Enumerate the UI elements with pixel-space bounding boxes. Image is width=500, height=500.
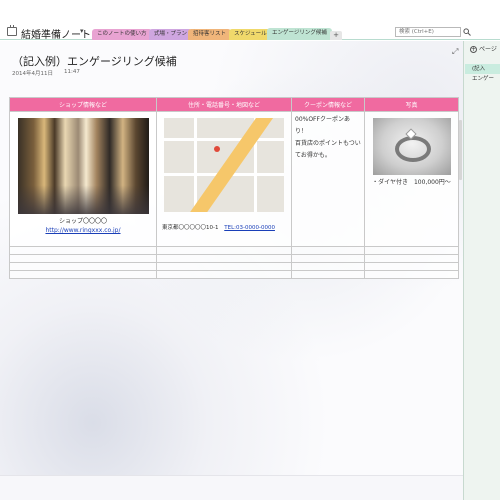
map-image (164, 118, 284, 212)
table-row: ショップ〇〇〇〇 http://www.ringxxx.co.jp/ 東京都〇〇… (9, 111, 459, 247)
table-cell[interactable] (291, 270, 365, 279)
table-row (9, 246, 459, 255)
table-cell[interactable] (291, 254, 365, 263)
coupon-cell[interactable]: 00%OFFクーポンあり！ 百貨店のポイントもつい てお得かも。 (291, 111, 365, 247)
table-row (9, 254, 459, 263)
table-cell[interactable] (156, 270, 292, 279)
table-cell[interactable] (364, 270, 459, 279)
table-cell[interactable] (156, 262, 292, 271)
column-header: ショップ情報など (9, 97, 157, 112)
page-list-item[interactable]: エンゲー (465, 74, 500, 84)
photo-caption: ・ダイヤ付き 100,000円〜 (372, 179, 451, 186)
address-text: 東京都〇〇〇〇〇10-1 (162, 225, 219, 231)
page-footer-area (0, 475, 463, 500)
plus-icon: + (470, 46, 477, 53)
tab-guest-list[interactable]: 招待客リスト (188, 29, 232, 40)
table-cell[interactable] (156, 254, 292, 263)
table-row (9, 270, 459, 279)
table-cell[interactable] (156, 246, 292, 255)
page-time: 11:47 (64, 69, 80, 75)
page-title[interactable]: （記入例）エンゲージリング候補 (12, 53, 177, 69)
shop-cell[interactable]: ショップ〇〇〇〇 http://www.ringxxx.co.jp/ (9, 111, 157, 247)
coupon-line: てお得かも。 (295, 152, 331, 159)
map-pin-icon (214, 146, 220, 152)
add-page-button[interactable]: + ページ (470, 44, 497, 53)
shop-photo (17, 118, 149, 214)
chevron-down-icon[interactable]: ▾ (80, 27, 84, 35)
page-date: 2014年4月11日 (12, 71, 53, 77)
table-cell[interactable] (364, 254, 459, 263)
table-cell[interactable] (9, 262, 157, 271)
table-cell[interactable] (9, 270, 157, 279)
tab-venue-plan[interactable]: 式場・プラン (149, 29, 193, 40)
add-page-label: ページ (479, 46, 497, 53)
search-icon[interactable] (463, 28, 471, 36)
ring-photo (372, 118, 451, 175)
column-header: クーポン情報など (291, 97, 365, 112)
info-table: ショップ情報など 住所・電話番号・地図など クーポン情報など 写真 ショップ〇〇… (9, 97, 459, 279)
column-header: 住所・電話番号・地図など (156, 97, 292, 112)
shop-caption: ショップ〇〇〇〇 (58, 218, 107, 225)
photo-cell[interactable]: ・ダイヤ付き 100,000円〜 (364, 111, 459, 247)
table-cell[interactable] (291, 246, 365, 255)
table-cell[interactable] (364, 262, 459, 271)
table-cell[interactable] (9, 254, 157, 263)
tel-link[interactable]: TEL:03-0000-0000 (224, 225, 275, 231)
table-cell[interactable] (291, 262, 365, 271)
add-section-button[interactable]: + (330, 31, 342, 40)
column-header: 写真 (364, 97, 459, 112)
table-cell[interactable] (9, 246, 157, 255)
tab-engagement-ring[interactable]: エンゲージリング候補 (267, 28, 332, 40)
table-cell[interactable] (364, 246, 459, 255)
address-cell[interactable]: 東京都〇〇〇〇〇10-1 TEL:03-0000-0000 (156, 111, 292, 247)
tab-usage[interactable]: このノートの使い方 (92, 29, 152, 40)
shop-link[interactable]: http://www.ringxxx.co.jp/ (45, 227, 120, 234)
coupon-line: 百貨店のポイントもつい (295, 140, 361, 147)
search-input[interactable] (395, 27, 461, 37)
table-header-row: ショップ情報など 住所・電話番号・地図など クーポン情報など 写真 (9, 97, 459, 112)
page-list: (記入 エンゲー (465, 64, 500, 84)
table-row (9, 262, 459, 271)
scrollbar[interactable] (459, 120, 462, 180)
notebook-icon[interactable] (7, 25, 17, 36)
page-list-panel (463, 41, 500, 500)
tab-schedule[interactable]: スケジュール (229, 29, 272, 40)
page-list-item[interactable]: (記入 (465, 64, 500, 74)
expand-icon[interactable]: ⤢ (452, 47, 458, 57)
coupon-line: 00%OFFクーポンあり！ (295, 116, 350, 135)
